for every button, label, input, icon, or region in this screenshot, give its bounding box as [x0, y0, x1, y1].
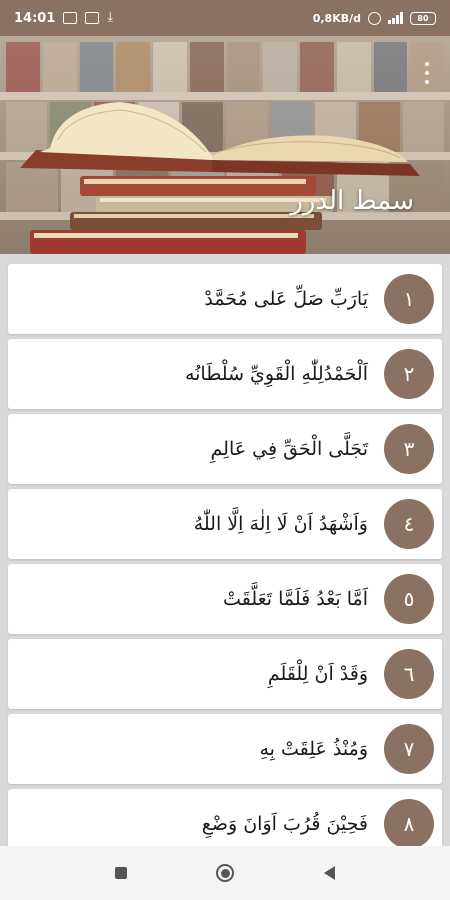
list-item[interactable]: تَجَلَّى الْحَقِّ فِي عَالِمِ ٣: [8, 414, 442, 484]
alarm-icon: [368, 11, 381, 25]
network-speed: 0,8KB/d: [312, 11, 361, 25]
status-right: 0,8KB/d 80: [312, 11, 436, 25]
chapter-list: يَارَبِّ صَلِّ عَلى مُحَمَّدْ ١ اَلْحَمْ…: [0, 254, 450, 846]
overflow-menu-button[interactable]: [420, 62, 434, 84]
back-triangle-icon: [323, 866, 335, 880]
overflow-menu-icon: [425, 62, 429, 66]
list-item-text: يَارَبِّ صَلِّ عَلى مُحَمَّدْ: [204, 288, 368, 310]
page-title: سمط الدرر: [290, 186, 414, 216]
list-item-text: تَجَلَّى الْحَقِّ فِي عَالِمِ: [210, 438, 368, 460]
chat-notification-icon: [63, 12, 78, 24]
list-item-number: ٨: [384, 799, 434, 846]
list-item-number: ٣: [384, 424, 434, 474]
status-left: 14:01 ⤓: [14, 11, 113, 26]
list-item[interactable]: وَاَشْهَدُ اَنْ لَا اِلٰهَ اِلَّا اللّٰه…: [8, 489, 442, 559]
circle-home-icon: [216, 864, 234, 882]
list-item-text: فَحِيْنَ قُرُبَ اَوَانَ وَضْعِ: [201, 813, 368, 835]
list-item-text: وَقَدْ اَنْ لِلْقَلَمِ: [267, 663, 368, 685]
list-item-text: وَاَشْهَدُ اَنْ لَا اِلٰهَ اِلَّا اللّٰه…: [193, 513, 368, 535]
list-item[interactable]: اَمَّا بَعْدُ فَلَمَّا تَعَلَّقَتْ ٥: [8, 564, 442, 634]
back-button[interactable]: [314, 858, 344, 888]
status-bar: 14:01 ⤓ 0,8KB/d 80: [0, 0, 450, 36]
system-nav-bar: [0, 846, 450, 900]
header-banner: سمط الدرر: [0, 36, 450, 254]
download-icon: ⤓: [107, 10, 114, 25]
list-item-text: اَمَّا بَعْدُ فَلَمَّا تَعَلَّقَتْ: [223, 588, 368, 610]
list-item-text: وَمُنْذُ عَلِقَتْ بِهِ: [259, 738, 368, 760]
list-item-number: ٧: [384, 724, 434, 774]
battery-icon: 80: [410, 11, 436, 25]
home-button[interactable]: [210, 858, 240, 888]
status-time: 14:01: [14, 10, 56, 26]
list-item-number: ٤: [384, 499, 434, 549]
list-item[interactable]: وَقَدْ اَنْ لِلْقَلَمِ ٦: [8, 639, 442, 709]
square-icon: [115, 867, 127, 879]
list-item-number: ٢: [384, 349, 434, 399]
signal-icon: [388, 12, 403, 24]
list-item[interactable]: فَحِيْنَ قُرُبَ اَوَانَ وَضْعِ ٨: [8, 789, 442, 846]
book-stack-illustration: [20, 102, 420, 254]
app-notification-icon: [85, 12, 100, 24]
list-item[interactable]: يَارَبِّ صَلِّ عَلى مُحَمَّدْ ١: [8, 264, 442, 334]
list-item-text: اَلْحَمْدُلِلّٰهِ الْقَوِيِّ سُلْطَانُه: [184, 363, 368, 385]
list-item[interactable]: اَلْحَمْدُلِلّٰهِ الْقَوِيِّ سُلْطَانُه …: [8, 339, 442, 409]
list-item-number: ١: [384, 274, 434, 324]
recents-button[interactable]: [106, 858, 136, 888]
list-item[interactable]: وَمُنْذُ عَلِقَتْ بِهِ ٧: [8, 714, 442, 784]
list-item-number: ٦: [384, 649, 434, 699]
list-item-number: ٥: [384, 574, 434, 624]
